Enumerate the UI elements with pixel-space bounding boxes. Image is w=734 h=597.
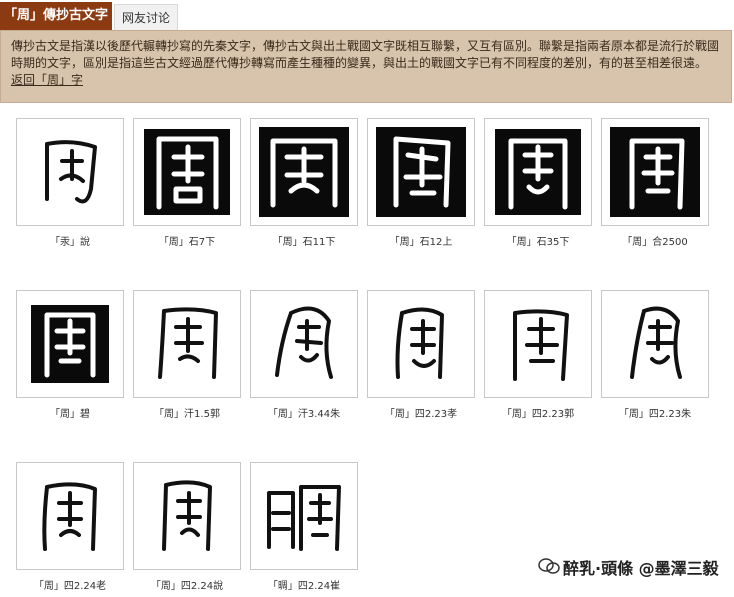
glyph-strokes [158, 307, 218, 379]
glyph-drawing [267, 485, 341, 551]
glyph-caption: 「周」四2.23孝 [384, 409, 458, 420]
glyph-tile[interactable]: 「周」汗3.44朱 [250, 290, 358, 420]
glyph-caption: 「周」四2.23朱 [618, 409, 692, 420]
glyph-caption: 「周」汗1.5郭 [154, 409, 220, 420]
glyph-image[interactable] [16, 462, 124, 570]
glyph-drawing [259, 127, 349, 217]
glyph-drawing [376, 127, 466, 217]
glyph-strokes [162, 480, 212, 551]
glyph-drawing [42, 482, 97, 551]
glyph-drawing [610, 127, 700, 217]
glyph-image[interactable] [133, 462, 241, 570]
glyph-image[interactable] [133, 290, 241, 398]
glyph-caption: 「周」石35下 [506, 237, 570, 248]
description-text: 傳抄古文是指漢以後歷代輾轉抄寫的先秦文字，傳抄古文與出土戰國文字既相互聯繫，又互… [11, 39, 720, 70]
glyph-strokes [42, 482, 97, 551]
glyph-drawing [45, 140, 97, 204]
glyph-drawing [395, 307, 444, 379]
glyph-tile[interactable]: 「周」四2.23郭 [484, 290, 592, 420]
tab-discussion[interactable]: 网友讨论 [114, 4, 178, 30]
glyph-tile[interactable]: 「周」碧 [16, 290, 124, 420]
description-panel: 傳抄古文是指漢以後歷代輾轉抄寫的先秦文字，傳抄古文與出土戰國文字既相互聯繫，又互… [0, 30, 732, 103]
glyph-image[interactable] [133, 118, 241, 226]
glyph-drawing [630, 306, 682, 379]
glyph-caption: 「汞」說 [50, 237, 90, 248]
glyph-tile[interactable]: 「周」石11下 [250, 118, 358, 248]
glyph-caption: 「周」石7下 [158, 237, 216, 248]
glyph-image[interactable] [250, 118, 358, 226]
glyph-caption: 「周」碧 [50, 409, 90, 420]
glyph-image[interactable] [484, 290, 592, 398]
glyph-drawing [162, 480, 212, 551]
glyph-strokes [267, 485, 341, 551]
glyph-caption: 「周」石12上 [389, 237, 453, 248]
back-link[interactable]: 返回「周」字 [11, 73, 83, 87]
glyph-tile[interactable]: 「晭」四2.24崔 [250, 462, 358, 592]
glyph-drawing [495, 129, 581, 215]
glyph-tile[interactable]: 「周」石7下 [133, 118, 241, 248]
glyph-image[interactable] [16, 290, 124, 398]
glyph-caption: 「周」石11下 [272, 237, 336, 248]
tab-bar: 「周」傳抄古文字 网友讨论 [0, 0, 734, 30]
glyph-drawing [158, 307, 218, 379]
glyph-image[interactable] [601, 118, 709, 226]
glyph-tile[interactable]: 「汞」說 [16, 118, 124, 248]
glyph-caption: 「晭」四2.24崔 [267, 581, 341, 592]
wechat-icon [538, 558, 560, 574]
glyph-strokes [395, 307, 444, 379]
glyph-tile[interactable]: 「周」汗1.5郭 [133, 290, 241, 420]
glyph-caption: 「周」合2500 [622, 237, 688, 248]
glyph-strokes [630, 306, 682, 379]
glyph-caption: 「周」四2.24老 [33, 581, 107, 592]
glyph-tile[interactable]: 「周」四2.23朱 [601, 290, 709, 420]
tab-transcribed-script[interactable]: 「周」傳抄古文字 [0, 2, 112, 30]
glyph-drawing [513, 309, 569, 381]
glyph-image[interactable] [250, 462, 358, 570]
glyph-tile[interactable]: 「周」四2.24說 [133, 462, 241, 592]
glyph-tile[interactable]: 「周」合2500 [601, 118, 709, 248]
glyph-strokes [275, 306, 333, 379]
glyph-tile[interactable]: 「周」石35下 [484, 118, 592, 248]
glyph-image[interactable] [250, 290, 358, 398]
glyph-tile[interactable]: 「周」四2.24老 [16, 462, 124, 592]
glyph-drawing [144, 129, 230, 215]
glyph-image[interactable] [16, 118, 124, 226]
glyph-caption: 「周」四2.23郭 [501, 409, 575, 420]
glyph-drawing [31, 305, 109, 383]
glyph-image[interactable] [484, 118, 592, 226]
glyph-tile[interactable]: 「周」石12上 [367, 118, 475, 248]
glyph-strokes [45, 140, 97, 204]
glyph-image[interactable] [367, 290, 475, 398]
glyph-drawing [275, 306, 333, 379]
glyph-image[interactable] [367, 118, 475, 226]
glyph-image[interactable] [601, 290, 709, 398]
watermark: 醉乳·頭條 @墨澤三毅 [563, 559, 719, 578]
glyph-strokes [513, 309, 569, 381]
glyph-caption: 「周」四2.24說 [150, 581, 224, 592]
glyph-caption: 「周」汗3.44朱 [267, 409, 341, 420]
glyph-tile[interactable]: 「周」四2.23孝 [367, 290, 475, 420]
